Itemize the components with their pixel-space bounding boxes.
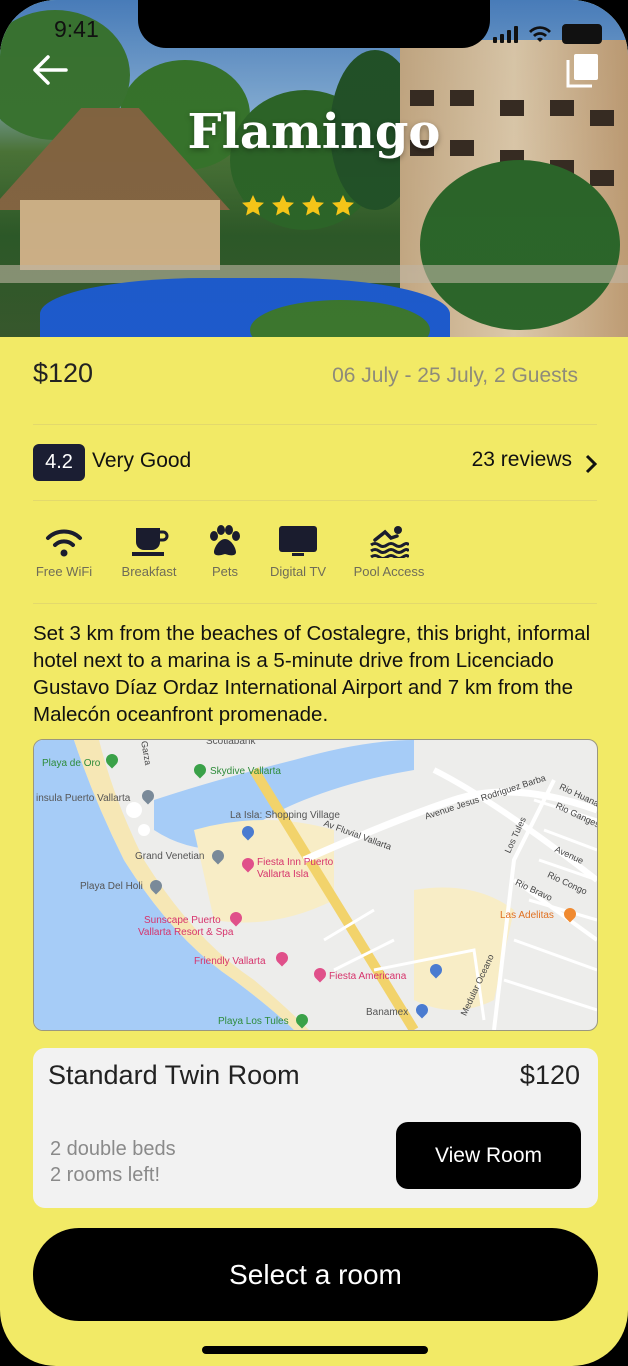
rating-score-badge: 4.2 bbox=[33, 444, 85, 481]
room-card[interactable]: Standard Twin Room $120 2 double beds 2 … bbox=[33, 1048, 598, 1208]
map-label: Las Adelitas bbox=[500, 910, 554, 921]
map-label: Friendly Vallarta bbox=[194, 956, 266, 967]
tv-icon bbox=[279, 526, 317, 556]
room-beds: 2 double beds bbox=[50, 1138, 176, 1160]
booking-dates[interactable]: 06 July - 25 July, 2 Guests bbox=[332, 364, 578, 388]
status-time: 9:41 bbox=[54, 16, 99, 42]
battery-icon bbox=[562, 24, 602, 44]
map-label: Playa Los Tules bbox=[218, 1016, 289, 1027]
wifi-status-icon bbox=[529, 26, 551, 42]
rating-label: Very Good bbox=[92, 449, 192, 472]
map-label: Playa de Oro bbox=[42, 758, 101, 769]
amenity-digital-tv: Digital TV bbox=[253, 524, 343, 579]
map-label: La Isla: Shopping Village bbox=[230, 810, 340, 821]
home-indicator[interactable] bbox=[202, 1346, 428, 1354]
device-notch bbox=[138, 0, 490, 48]
amenity-label: Free WiFi bbox=[35, 564, 93, 579]
gallery-icon[interactable] bbox=[566, 52, 600, 88]
star-icon bbox=[332, 195, 354, 216]
map-label: Playa Del Holi bbox=[80, 881, 143, 892]
divider bbox=[33, 603, 597, 604]
map-label: Scotiabank bbox=[206, 739, 256, 747]
hotel-star-rating bbox=[241, 194, 355, 218]
star-icon bbox=[242, 195, 264, 216]
star-icon bbox=[302, 195, 324, 216]
map-label: Fiesta Americana bbox=[329, 971, 407, 982]
room-title: Standard Twin Room bbox=[48, 1060, 300, 1090]
amenity-pool-access: Pool Access bbox=[344, 524, 434, 579]
map-label: Sunscape Puerto bbox=[144, 915, 221, 926]
hotel-detail-screen: 9:41 Flamingo $120 06 July - 25 July, 2 … bbox=[0, 0, 628, 1366]
reviews-link[interactable]: 23 reviews bbox=[472, 448, 572, 472]
map-label: insula Puerto Vallarta bbox=[36, 793, 131, 804]
hotel-description: Set 3 km from the beaches of Costalegre,… bbox=[33, 622, 591, 726]
amenity-label: Pool Access bbox=[353, 564, 425, 579]
location-map[interactable]: Playa de Oro Skydive Vallarta Scotiabank… bbox=[33, 739, 598, 1031]
cellular-signal-icon bbox=[493, 25, 518, 43]
star-icon bbox=[272, 195, 294, 216]
room-availability: 2 rooms left! bbox=[50, 1164, 161, 1186]
map-label: Grand Venetian bbox=[135, 851, 205, 862]
swimmer-icon bbox=[370, 526, 409, 558]
amenity-free-wifi: Free WiFi bbox=[19, 524, 109, 579]
map-label: Fiesta Inn Puerto bbox=[257, 857, 334, 868]
hotel-name: Flamingo bbox=[187, 104, 441, 160]
paw-icon bbox=[210, 525, 240, 556]
back-arrow-icon[interactable] bbox=[30, 52, 70, 88]
wifi-icon bbox=[46, 529, 82, 557]
hotel-hero-image bbox=[0, 0, 628, 337]
map-label: Vallarta Isla bbox=[257, 869, 309, 880]
map-label: Banamex bbox=[366, 1007, 409, 1018]
coffee-cup-icon bbox=[132, 528, 169, 556]
map-label: Vallarta Resort & Spa bbox=[138, 927, 234, 938]
divider bbox=[33, 424, 597, 425]
view-room-button[interactable]: View Room bbox=[396, 1122, 581, 1189]
select-room-button[interactable]: Select a room bbox=[33, 1228, 598, 1321]
divider bbox=[33, 500, 597, 501]
room-price: $120 bbox=[519, 1060, 580, 1090]
map-label: Skydive Vallarta bbox=[210, 766, 281, 777]
amenity-label: Digital TV bbox=[269, 564, 327, 579]
chevron-right-icon[interactable] bbox=[584, 454, 598, 474]
status-icons bbox=[493, 24, 602, 44]
